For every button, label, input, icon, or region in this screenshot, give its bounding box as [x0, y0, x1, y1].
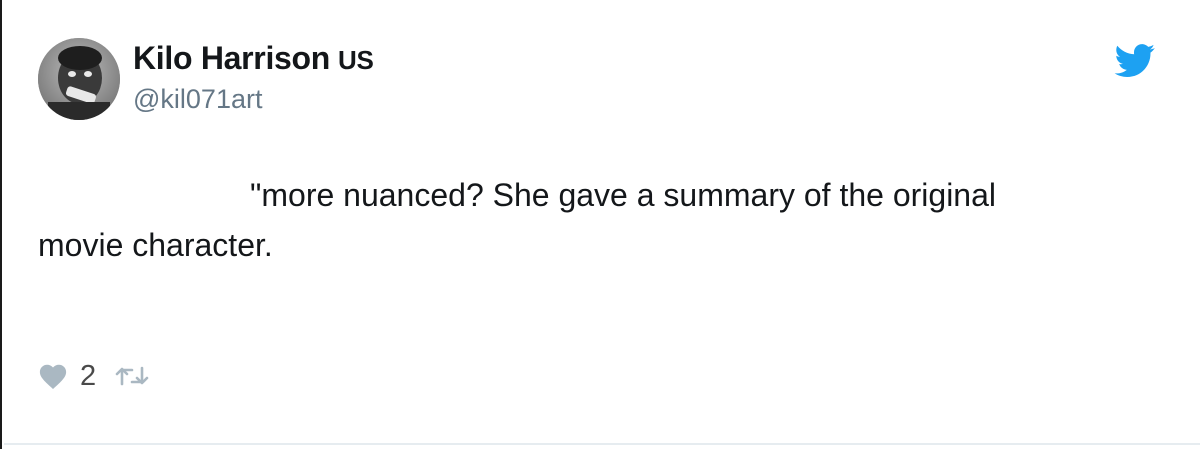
- retweet-icon[interactable]: [114, 364, 150, 388]
- tweet-text-line-1: "more nuanced? She gave a summary of the…: [250, 177, 996, 213]
- heart-icon[interactable]: [38, 362, 68, 390]
- tweet-actions: 2: [38, 356, 150, 396]
- tweet-card: Kilo Harrison US @kil071art "more nuanced…: [0, 0, 1200, 449]
- tweet-text-line-2: movie character.: [38, 227, 273, 263]
- twitter-bird-icon[interactable]: [1114, 44, 1156, 78]
- author-display-name[interactable]: Kilo Harrison: [133, 40, 330, 76]
- author-handle[interactable]: @kil071art: [133, 84, 262, 115]
- author-name-row[interactable]: Kilo Harrison US: [133, 40, 374, 77]
- country-badge: US: [338, 45, 374, 75]
- card-divider: [4, 443, 1200, 445]
- tweet-text: "more nuanced? She gave a summary of the…: [38, 170, 1138, 270]
- like-count: 2: [80, 359, 97, 392]
- avatar-photo: [38, 38, 120, 120]
- avatar[interactable]: [38, 38, 120, 120]
